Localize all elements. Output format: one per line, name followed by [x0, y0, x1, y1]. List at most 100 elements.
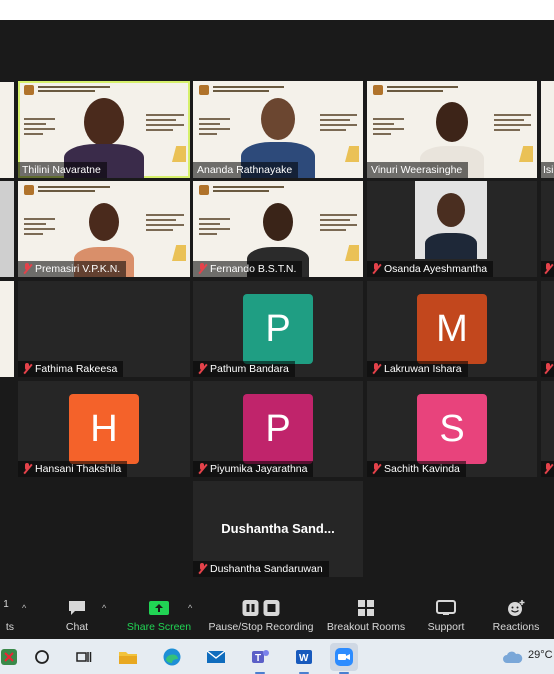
video-tile-partial-left[interactable] [0, 82, 14, 178]
breakout-rooms-icon [357, 599, 375, 620]
reactions-button[interactable]: Reactions [488, 593, 544, 639]
file-explorer-icon[interactable] [114, 643, 142, 671]
participant-video [415, 181, 487, 259]
chat-icon [67, 599, 87, 620]
participant-name: Piyumika Jayarathna [193, 461, 314, 477]
reactions-icon [506, 599, 526, 620]
zoom-icon[interactable] [330, 643, 358, 674]
svg-text:T: T [255, 653, 261, 664]
participant-name: Fernando B.S.T.N. [193, 261, 303, 277]
meeting-toolbar: 1 ts ^ Chat ^ Share Screen ^ Pause/Stop … [0, 593, 554, 639]
share-screen-button[interactable]: Share Screen [124, 593, 194, 639]
video-tile-fathima[interactable]: Fathima Rakeesa [18, 281, 190, 377]
reactions-label: Reactions [492, 621, 540, 633]
video-tile-sachith[interactable]: S Sachith Kavinda [367, 381, 537, 477]
support-button[interactable]: Support [420, 593, 472, 639]
participants-count: 1 [3, 599, 9, 610]
participant-name: Ananda Rathnayake [193, 162, 299, 178]
support-icon [435, 599, 457, 620]
avatar: P [243, 394, 313, 464]
video-tile-fernando[interactable]: Fernando B.S.T.N. [193, 181, 363, 277]
slide-text-right [319, 211, 357, 234]
avatar: M [417, 294, 487, 364]
participant-name: Dushantha Sandaruwan [193, 561, 329, 577]
video-tile-partial-right-4[interactable] [541, 381, 554, 477]
participants-label: ts [5, 621, 14, 633]
pause-stop-icon [242, 599, 281, 617]
participant-name: Isi [541, 162, 554, 178]
slide-decoration [345, 146, 359, 162]
participant-name: Pathum Bandara [193, 361, 295, 377]
muted-mic-icon [197, 463, 207, 475]
pause-stop-recording-button[interactable]: Pause/Stop Recording [206, 593, 316, 639]
search-icon[interactable] [28, 643, 56, 671]
windows-taskbar: T W 29°C [0, 639, 554, 674]
support-label: Support [427, 621, 465, 633]
participant-name: Fathima Rakeesa [18, 361, 124, 377]
start-app-icon[interactable] [0, 643, 22, 671]
slide-text-right [319, 111, 357, 134]
video-tile-lakruwan[interactable]: M Lakruwan Ishara [367, 281, 537, 377]
chat-button[interactable]: Chat [52, 593, 102, 639]
participant-name-partial [541, 261, 554, 277]
video-tile-pathum[interactable]: P Pathum Bandara [193, 281, 363, 377]
muted-mic-icon [543, 363, 553, 375]
participant-name-partial [541, 361, 554, 377]
participant-name: Lakruwan Ishara [367, 361, 468, 377]
task-view-icon[interactable] [70, 643, 98, 671]
participant-display-name: Dushantha Sand... [221, 521, 335, 536]
video-tile-thilini[interactable]: Thilini Navaratne [18, 81, 190, 178]
slide-text [24, 215, 55, 238]
slide-text [24, 115, 55, 138]
share-screen-label: Share Screen [126, 621, 192, 633]
breakout-rooms-button[interactable]: Breakout Rooms [326, 593, 406, 639]
muted-mic-icon [197, 263, 207, 275]
mail-icon[interactable] [202, 643, 230, 671]
weather-cloud-icon[interactable] [500, 643, 526, 671]
participant-name: Osanda Ayeshmantha [367, 261, 494, 277]
slide-text [373, 115, 404, 138]
participant-name: Vinuri Weerasinghe [367, 162, 469, 178]
share-caret-icon[interactable]: ^ [188, 603, 192, 613]
video-tile-vinuri[interactable]: Vinuri Weerasinghe [367, 81, 537, 178]
slide-text-right [146, 111, 184, 134]
edge-browser-icon[interactable] [158, 643, 186, 671]
video-tile-partial-right-3[interactable] [541, 281, 554, 377]
slide-text [199, 115, 230, 138]
slide-decoration [345, 245, 359, 261]
video-tile-partial-right-2[interactable] [541, 181, 554, 277]
video-tile-partial-left-3[interactable] [0, 281, 14, 377]
participant-name: Thilini Navaratne [18, 162, 107, 178]
video-tile-dushantha[interactable]: Dushantha Sand... Dushantha Sandaruwan [193, 481, 363, 577]
video-tile-osanda[interactable]: Osanda Ayeshmantha [367, 181, 537, 277]
participant-name: Sachith Kavinda [367, 461, 466, 477]
word-icon[interactable]: W [290, 643, 318, 674]
slide-text-right [493, 111, 531, 134]
video-tile-hansani[interactable]: H Hansani Thakshila [18, 381, 190, 477]
chat-caret-icon[interactable]: ^ [102, 603, 106, 613]
video-tile-ananda[interactable]: Ananda Rathnayake [193, 81, 363, 178]
meeting-gallery: Thilini Navaratne Ananda Rathnayake Vinu… [0, 20, 554, 593]
participants-button[interactable]: 1 ts [0, 593, 18, 639]
chat-label: Chat [65, 621, 89, 633]
slide-text [199, 215, 230, 238]
video-tile-isi-partial[interactable]: Isi [541, 81, 554, 178]
muted-mic-icon [197, 363, 207, 375]
weather-temperature: 29°C [528, 649, 553, 661]
video-tile-piyumika[interactable]: P Piyumika Jayarathna [193, 381, 363, 477]
participants-caret-icon[interactable]: ^ [22, 603, 26, 613]
participant-name-partial [541, 461, 554, 477]
muted-mic-icon [371, 363, 381, 375]
breakout-rooms-label: Breakout Rooms [326, 621, 406, 633]
avatar: P [243, 294, 313, 364]
muted-mic-icon [197, 563, 207, 575]
slide-decoration [172, 245, 186, 261]
slide-decoration [172, 146, 186, 162]
pause-recording-label: Pause/Stop Recording [208, 621, 314, 633]
svg-text:W: W [299, 653, 309, 664]
video-tile-partial-left-2[interactable] [0, 181, 14, 277]
window-top-area [0, 0, 554, 20]
video-tile-premasiri[interactable]: Premasiri V.P.K.N. [18, 181, 190, 277]
teams-icon[interactable]: T [246, 643, 274, 674]
share-screen-icon [148, 599, 170, 620]
